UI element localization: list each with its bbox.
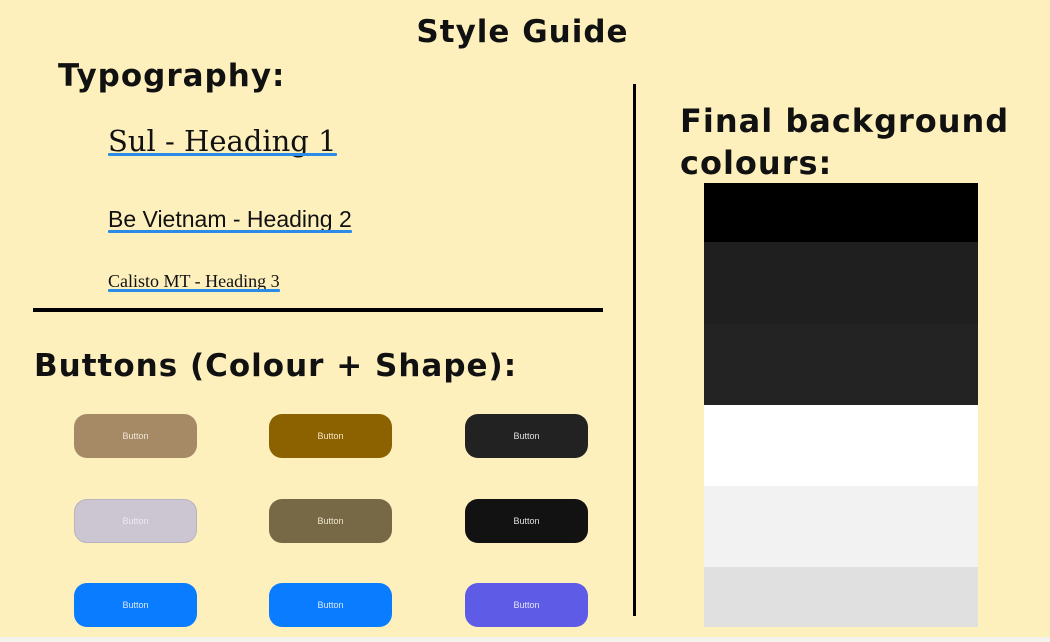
page-title: Style Guide — [416, 14, 629, 50]
background-colours-heading: Final background colours: — [680, 100, 1009, 184]
style-sample-button[interactable]: Button — [74, 583, 197, 627]
buttons-heading: Buttons (Colour + Shape): — [34, 348, 518, 384]
column-divider — [633, 141, 636, 616]
background-colour-swatch — [704, 324, 978, 405]
style-sample-button[interactable]: Button — [269, 499, 392, 543]
column-divider-top — [633, 84, 636, 141]
spellcheck-underline — [108, 153, 337, 156]
background-colour-swatch — [704, 242, 978, 324]
style-sample-button[interactable]: Button — [269, 414, 392, 458]
heading-1-sample: Sul - Heading 1 — [108, 124, 337, 158]
style-sample-button[interactable]: Button — [74, 499, 197, 543]
spellcheck-underline — [108, 289, 280, 292]
background-colour-swatch — [704, 567, 978, 627]
background-colours-heading-line1: Final background — [680, 102, 1010, 140]
heading-3-sample: Calisto MT - Heading 3 — [108, 271, 280, 292]
style-sample-button[interactable]: Button — [465, 414, 588, 458]
typography-heading: Typography: — [58, 58, 286, 94]
background-colour-swatch — [704, 405, 978, 486]
style-sample-button[interactable]: Button — [465, 583, 588, 627]
spellcheck-underline — [108, 230, 352, 233]
style-sample-button[interactable]: Button — [465, 499, 588, 543]
bottom-edge — [0, 637, 1050, 642]
background-colour-swatch — [704, 183, 978, 242]
background-colour-swatch — [704, 486, 978, 567]
heading-2-sample: Be Vietnam - Heading 2 — [108, 206, 352, 233]
section-divider — [33, 308, 603, 312]
background-colours-heading-line2: colours: — [680, 144, 833, 182]
background-swatch-column — [704, 183, 978, 627]
style-sample-button[interactable]: Button — [74, 414, 197, 458]
heading-2-sample-text: Be Vietnam - Heading 2 — [108, 206, 352, 232]
style-sample-button[interactable]: Button — [269, 583, 392, 627]
heading-3-sample-text: Calisto MT - Heading 3 — [108, 271, 280, 291]
